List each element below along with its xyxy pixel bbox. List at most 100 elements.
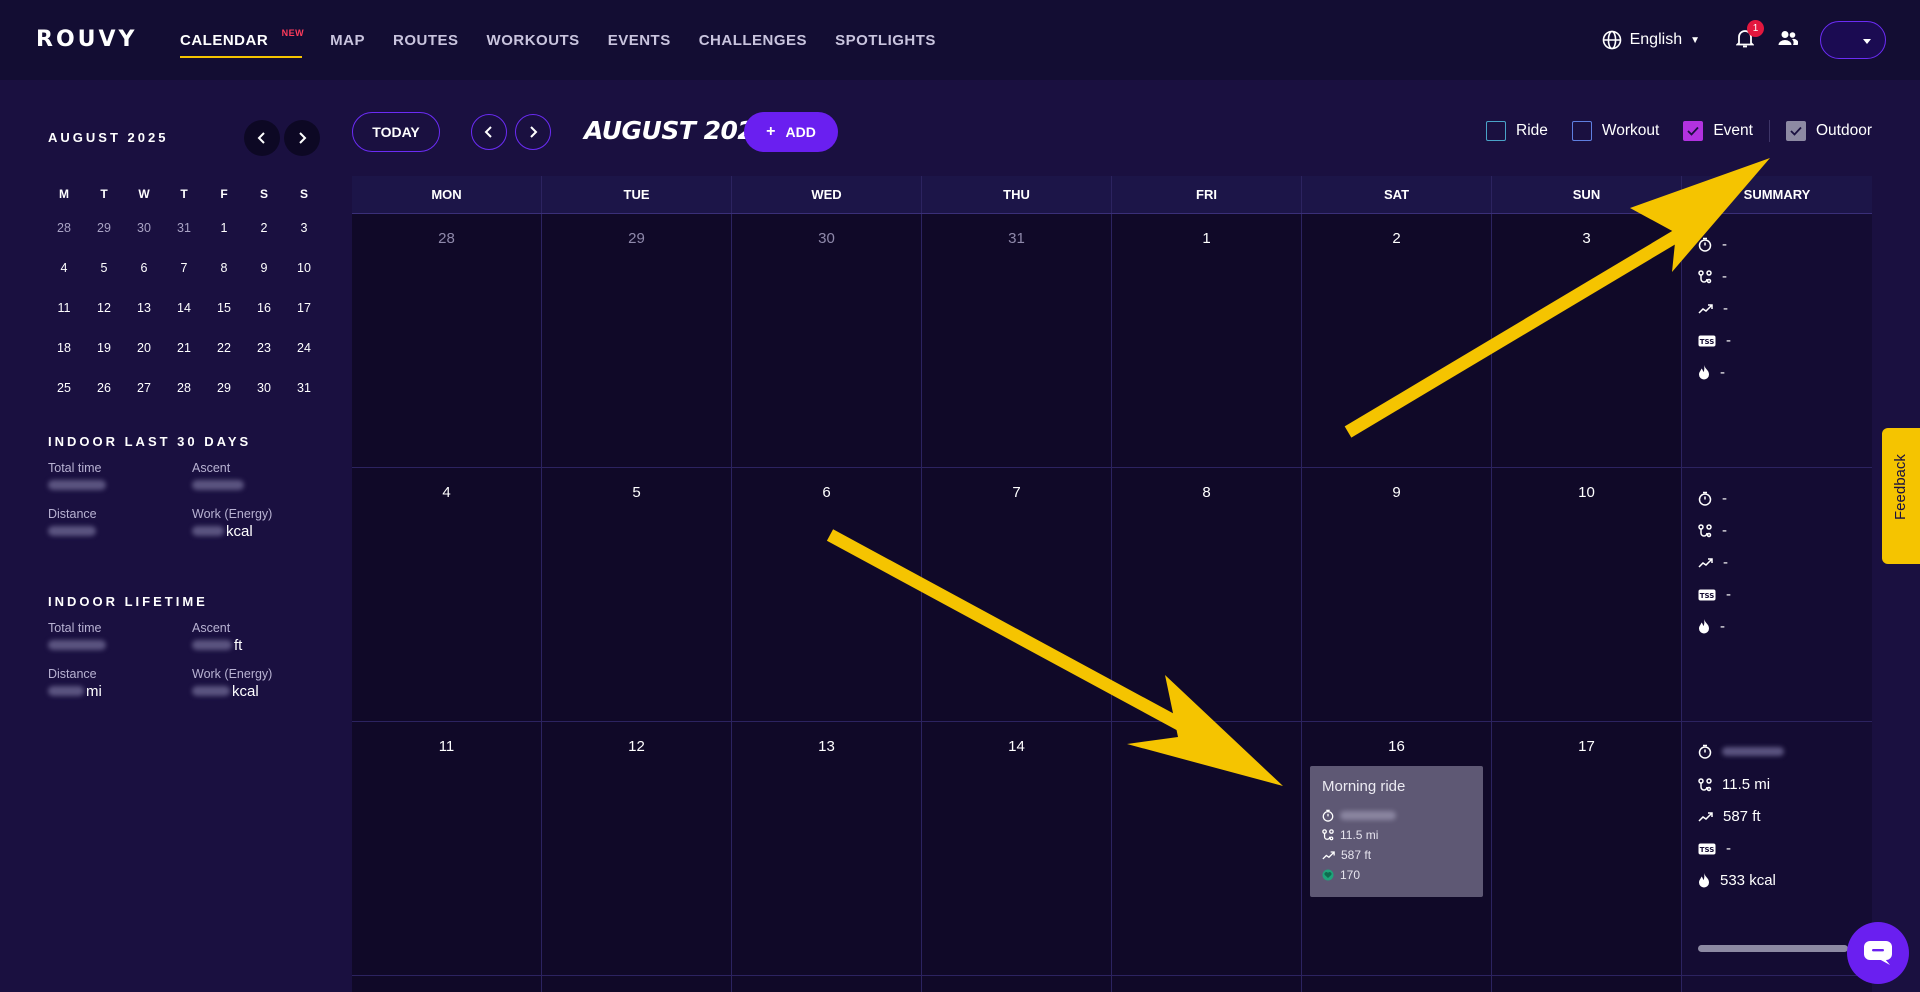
mini-calendar-day[interactable]: 6 (124, 261, 164, 275)
mini-calendar-day[interactable]: 18 (44, 341, 84, 355)
filter-outdoor-label: Outdoor (1815, 122, 1872, 139)
mini-calendar-day[interactable]: 7 (164, 261, 204, 275)
day-cell[interactable]: 10 (1492, 468, 1682, 721)
filter-event[interactable]: Event (1683, 121, 1753, 141)
ride-checkbox[interactable] (1486, 121, 1507, 141)
mini-calendar-day[interactable]: 3 (284, 221, 324, 235)
day-cell[interactable]: 17 (1492, 722, 1682, 975)
mini-calendar-day[interactable]: 21 (164, 341, 204, 355)
day-cell[interactable]: 11 (352, 722, 542, 975)
mini-calendar-day[interactable]: 1 (204, 221, 244, 235)
day-cell[interactable]: 28 (352, 214, 542, 467)
mini-calendar-day[interactable]: 30 (244, 381, 284, 395)
mini-calendar-day[interactable]: 13 (124, 301, 164, 315)
day-cell[interactable]: 29 (542, 214, 732, 467)
mini-calendar-day[interactable]: 9 (244, 261, 284, 275)
activity-card-morning-ride[interactable]: Morning ride 11.5 mi 587 ft 170 (1310, 766, 1483, 897)
day-cell[interactable]: 1 (1112, 214, 1302, 467)
mini-calendar-day[interactable]: 5 (84, 261, 124, 275)
mini-calendar-day[interactable]: 28 (44, 221, 84, 235)
mini-calendar-day[interactable]: 22 (204, 341, 244, 355)
language-selector[interactable]: English ▼ (1602, 30, 1700, 50)
ascent-label: Ascent (192, 621, 231, 635)
day-cell[interactable]: 8 (1112, 468, 1302, 721)
add-button[interactable]: + ADD (744, 112, 838, 152)
mini-calendar-next-button[interactable] (284, 120, 320, 156)
day-cell[interactable] (1112, 976, 1302, 992)
mini-calendar-day[interactable]: 27 (124, 381, 164, 395)
mini-calendar-day[interactable]: 26 (84, 381, 124, 395)
prev-month-button[interactable] (471, 114, 507, 150)
nav-routes[interactable]: ROUTES (393, 0, 459, 80)
summary-scrollbar[interactable] (1698, 945, 1848, 952)
mini-calendar-day[interactable]: 15 (204, 301, 244, 315)
day-cell[interactable] (352, 976, 542, 992)
day-cell[interactable]: 14 (922, 722, 1112, 975)
feedback-tab[interactable]: Feedback (1882, 428, 1920, 564)
day-cell[interactable] (732, 976, 922, 992)
day-cell[interactable]: 7 (922, 468, 1112, 721)
day-cell[interactable] (1492, 976, 1682, 992)
mini-calendar-day[interactable]: 19 (84, 341, 124, 355)
outdoor-checkbox[interactable] (1785, 121, 1806, 141)
day-cell[interactable]: 15 (1112, 722, 1302, 975)
mini-calendar-day[interactable]: 14 (164, 301, 204, 315)
profile-menu-button[interactable] (1820, 21, 1886, 59)
nav-workouts[interactable]: WORKOUTS (487, 0, 580, 80)
today-button[interactable]: TODAY (352, 112, 440, 152)
day-cell[interactable]: 16 Morning ride 11.5 mi 587 ft 170 (1302, 722, 1492, 975)
mini-calendar-day[interactable]: 20 (124, 341, 164, 355)
mini-calendar-day[interactable]: 29 (84, 221, 124, 235)
day-cell[interactable] (542, 976, 732, 992)
mini-calendar-day[interactable]: 17 (284, 301, 324, 315)
header-sun: SUN (1492, 176, 1682, 213)
mini-calendar-day[interactable]: 28 (164, 381, 204, 395)
filter-ride[interactable]: Ride (1486, 121, 1548, 141)
mini-calendar-day[interactable]: 25 (44, 381, 84, 395)
chat-button[interactable] (1847, 922, 1909, 984)
friends-button[interactable] (1778, 30, 1799, 51)
mini-calendar-day[interactable]: 16 (244, 301, 284, 315)
nav-challenges[interactable]: CHALLENGES (699, 0, 807, 80)
nav-events[interactable]: EVENTS (608, 0, 671, 80)
mini-calendar-day[interactable]: 29 (204, 381, 244, 395)
mini-calendar-prev-button[interactable] (244, 120, 280, 156)
day-cell[interactable]: 9 (1302, 468, 1492, 721)
mini-calendar-day[interactable]: 31 (164, 221, 204, 235)
day-cell[interactable] (1302, 976, 1492, 992)
day-cell[interactable] (922, 976, 1112, 992)
day-cell[interactable]: 4 (352, 468, 542, 721)
ascent-value (192, 475, 328, 495)
mini-calendar-day[interactable]: 2 (244, 221, 284, 235)
nav-calendar[interactable]: CALENDAR NEW (180, 0, 304, 80)
day-cell[interactable]: 12 (542, 722, 732, 975)
event-checkbox[interactable] (1683, 121, 1704, 141)
mini-calendar-day[interactable]: 11 (44, 301, 84, 315)
mini-calendar-day[interactable]: 12 (84, 301, 124, 315)
mini-calendar-day[interactable]: 10 (284, 261, 324, 275)
nav-spotlights[interactable]: SPOTLIGHTS (835, 0, 936, 80)
mini-calendar-day[interactable]: 24 (284, 341, 324, 355)
chat-icon (1864, 941, 1892, 965)
mini-calendar-day[interactable]: 4 (44, 261, 84, 275)
mini-calendar-day[interactable]: 8 (204, 261, 244, 275)
next-month-button[interactable] (515, 114, 551, 150)
day-cell[interactable]: 3 (1492, 214, 1682, 467)
filter-outdoor[interactable]: Outdoor (1785, 121, 1872, 141)
day-cell[interactable]: 6 (732, 468, 922, 721)
day-number: 29 (628, 230, 645, 247)
day-cell[interactable]: 30 (732, 214, 922, 467)
day-cell[interactable]: 31 (922, 214, 1112, 467)
rouvy-logo[interactable]: ROUVY (36, 27, 137, 52)
day-cell[interactable]: 13 (732, 722, 922, 975)
notifications-button[interactable]: 1 (1735, 19, 1764, 53)
mini-calendar-day[interactable]: 30 (124, 221, 164, 235)
mini-calendar-day[interactable]: 31 (284, 381, 324, 395)
day-number: 17 (1578, 738, 1595, 755)
workout-checkbox[interactable] (1571, 121, 1592, 141)
day-cell[interactable]: 2 (1302, 214, 1492, 467)
mini-calendar-day[interactable]: 23 (244, 341, 284, 355)
filter-workout[interactable]: Workout (1571, 121, 1659, 141)
nav-map[interactable]: MAP (330, 0, 365, 80)
day-cell[interactable]: 5 (542, 468, 732, 721)
